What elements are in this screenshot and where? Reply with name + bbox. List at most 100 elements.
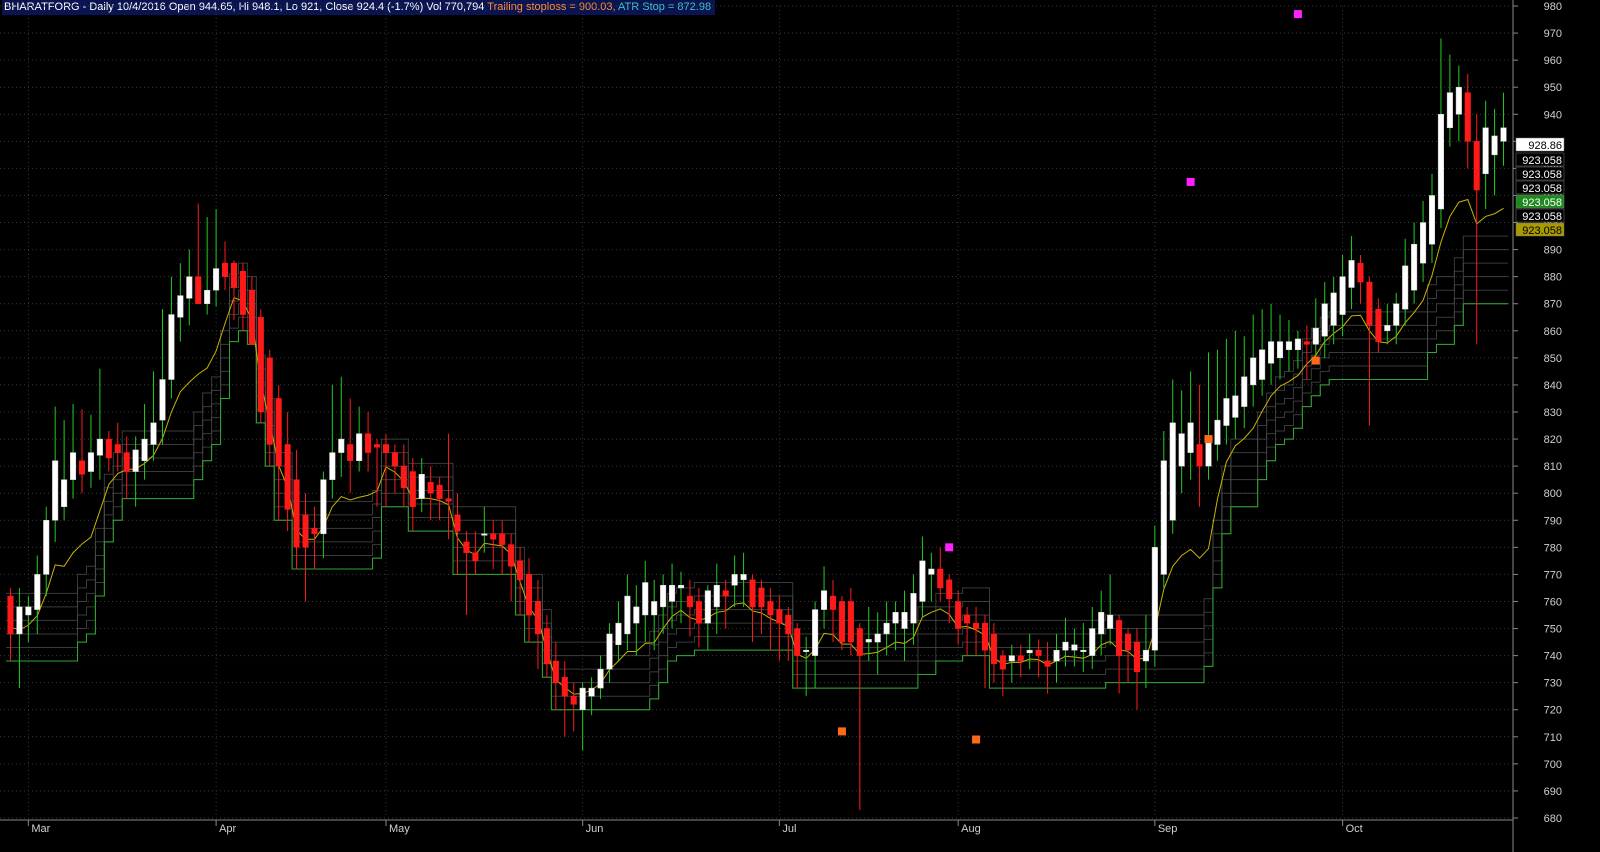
candle-body[interactable] xyxy=(1411,243,1418,291)
candle-body[interactable] xyxy=(731,574,738,586)
candle-body[interactable] xyxy=(740,574,747,581)
candle-body[interactable] xyxy=(919,560,926,602)
candle-body[interactable] xyxy=(132,449,139,472)
candle-body[interactable] xyxy=(302,514,309,548)
candle-body[interactable] xyxy=(213,268,220,291)
candle-body[interactable] xyxy=(1276,341,1284,359)
candle-body[interactable] xyxy=(1428,195,1436,245)
candle-body[interactable] xyxy=(16,606,23,635)
candle-body[interactable] xyxy=(1321,303,1328,337)
candle-body[interactable] xyxy=(1268,341,1275,364)
candle-body[interactable] xyxy=(1473,141,1480,191)
candle-body[interactable] xyxy=(463,541,470,553)
candle-body[interactable] xyxy=(382,444,389,453)
candle-body[interactable] xyxy=(973,622,980,629)
candle-body[interactable] xyxy=(1107,614,1114,629)
candle-body[interactable] xyxy=(96,438,103,456)
candle-body[interactable] xyxy=(1089,628,1096,656)
candle-body[interactable] xyxy=(1035,649,1042,656)
candle-body[interactable] xyxy=(70,452,77,480)
candle-body[interactable] xyxy=(838,601,845,643)
candle-body[interactable] xyxy=(499,533,506,545)
candle-body[interactable] xyxy=(597,668,604,689)
candle-body[interactable] xyxy=(204,289,211,304)
candle-body[interactable] xyxy=(1178,433,1185,467)
candle-body[interactable] xyxy=(257,317,264,413)
candle-body[interactable] xyxy=(7,595,14,635)
candle-body[interactable] xyxy=(704,590,711,624)
candle-body[interactable] xyxy=(615,622,622,646)
candle-body[interactable] xyxy=(195,276,202,304)
candle-body[interactable] xyxy=(1500,127,1507,142)
candle-body[interactable] xyxy=(964,614,971,624)
candle-body[interactable] xyxy=(552,660,559,683)
candle-body[interactable] xyxy=(1008,655,1015,662)
candle-body[interactable] xyxy=(239,271,246,315)
candle-body[interactable] xyxy=(669,584,676,602)
candle-body[interactable] xyxy=(910,593,917,624)
candle-body[interactable] xyxy=(25,606,32,616)
candle-body[interactable] xyxy=(123,452,130,472)
candle-body[interactable] xyxy=(606,633,613,670)
candle-body[interactable] xyxy=(1393,303,1400,326)
candle-body[interactable] xyxy=(293,479,300,548)
candle-body[interactable] xyxy=(141,438,148,461)
candle-body[interactable] xyxy=(1375,308,1382,342)
candle-body[interactable] xyxy=(391,452,398,467)
candle-body[interactable] xyxy=(230,262,238,288)
candle-body[interactable] xyxy=(1053,649,1060,662)
candle-body[interactable] xyxy=(1241,376,1248,407)
candle-body[interactable] xyxy=(311,528,318,535)
candle-body[interactable] xyxy=(87,452,94,472)
candle-body[interactable] xyxy=(821,590,828,610)
candle-body[interactable] xyxy=(1294,338,1301,350)
candle-body[interactable] xyxy=(1196,444,1203,467)
candle-body[interactable] xyxy=(1044,660,1051,667)
candle-body[interactable] xyxy=(1250,357,1257,386)
candle-body[interactable] xyxy=(1420,222,1427,264)
candle-body[interactable] xyxy=(1312,327,1319,345)
candle-body[interactable] xyxy=(803,649,810,652)
candle-body[interactable] xyxy=(1437,114,1444,210)
candle-body[interactable] xyxy=(150,422,157,445)
candle-body[interactable] xyxy=(1142,649,1149,662)
candle-body[interactable] xyxy=(937,568,944,589)
candle-body[interactable] xyxy=(374,444,381,448)
candle-body[interactable] xyxy=(812,609,819,656)
candle-body[interactable] xyxy=(534,601,541,635)
candle-body[interactable] xyxy=(177,295,184,318)
candle-body[interactable] xyxy=(749,579,756,608)
candle-body[interactable] xyxy=(901,612,908,629)
candle-body[interactable] xyxy=(713,584,720,608)
candle-body[interactable] xyxy=(767,601,774,616)
candle-body[interactable] xyxy=(677,584,685,589)
candle-body[interactable] xyxy=(1455,86,1462,115)
candle-body[interactable] xyxy=(347,444,354,461)
candle-body[interactable] xyxy=(561,677,568,697)
candle-body[interactable] xyxy=(481,533,488,536)
candle-body[interactable] xyxy=(990,633,997,664)
candle-body[interactable] xyxy=(1080,649,1087,652)
candle-body[interactable] xyxy=(865,639,872,643)
candle-body[interactable] xyxy=(758,587,765,608)
candle-body[interactable] xyxy=(1482,127,1489,175)
candle-body[interactable] xyxy=(1169,422,1176,521)
candle-body[interactable] xyxy=(472,552,479,562)
candle-body[interactable] xyxy=(633,606,640,624)
candle-body[interactable] xyxy=(320,479,327,535)
candle-body[interactable] xyxy=(660,584,667,608)
candle-body[interactable] xyxy=(34,574,41,610)
candle-body[interactable] xyxy=(543,628,550,664)
candle-body[interactable] xyxy=(776,609,783,624)
candle-body[interactable] xyxy=(1187,422,1194,453)
candle-body[interactable] xyxy=(1491,135,1498,156)
candle-body[interactable] xyxy=(525,574,533,616)
candle-body[interactable] xyxy=(1464,92,1471,142)
candle-body[interactable] xyxy=(1384,325,1391,332)
candle-body[interactable] xyxy=(651,601,658,616)
candle-body[interactable] xyxy=(722,590,729,597)
candle-body[interactable] xyxy=(1151,547,1158,651)
candle-body[interactable] xyxy=(1285,341,1292,350)
candle-body[interactable] xyxy=(1446,92,1453,129)
candle-body[interactable] xyxy=(266,357,273,445)
